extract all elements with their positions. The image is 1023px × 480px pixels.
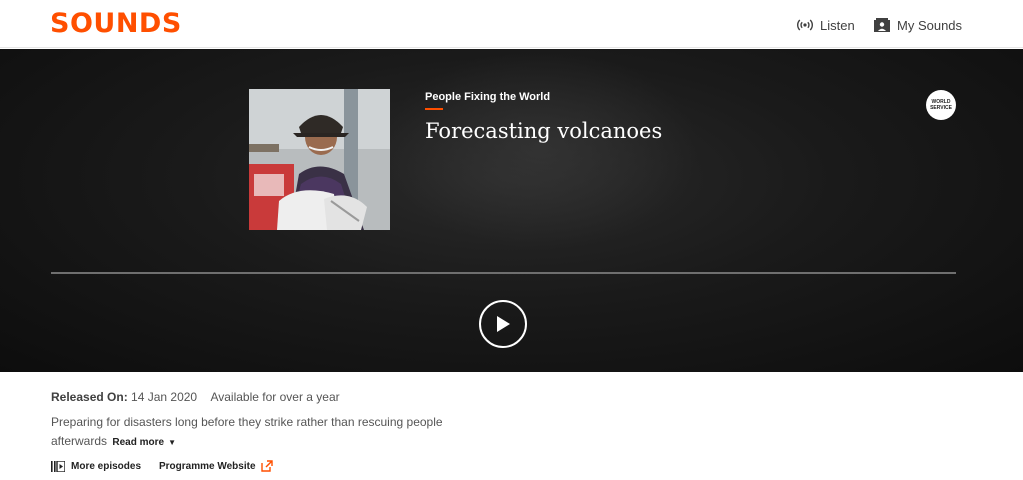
nav-my-sounds-label: My Sounds [897,17,963,33]
external-link-icon [260,460,273,472]
nav-listen[interactable]: Listen [797,16,855,34]
description-text: Preparing for disasters long before they… [51,415,443,448]
programme-website-link[interactable]: Programme Website [159,459,273,473]
episodes-list-icon [51,460,65,472]
episode-hero: People Fixing the World Forecasting volc… [0,49,1023,372]
broadcast-icon [797,19,813,31]
read-more-label: Read more [112,437,165,448]
world-service-badge[interactable]: WORLD SERVICE [926,90,956,120]
released-date: 14 Jan 2020 [131,390,198,404]
my-sounds-icon [874,18,890,32]
playback-progress-bar[interactable] [51,272,956,274]
caret-down-icon: ▼ [168,438,176,447]
released-label: Released On: [51,390,128,404]
series-title-underline [425,108,443,110]
play-icon [497,316,510,332]
availability-text: Available for over a year [210,390,340,404]
more-episodes-link[interactable]: More episodes [51,459,141,473]
episode-title: Forecasting volcanoes [425,119,663,143]
play-button[interactable] [479,300,527,348]
read-more-button[interactable]: Read more ▼ [112,437,176,448]
episode-description: Preparing for disasters long before they… [51,413,471,452]
top-header: SOUNDS Listen My Sounds [0,0,1023,48]
release-info: Released On: 14 Jan 2020 Available for o… [51,390,340,404]
series-title-link[interactable]: People Fixing the World [425,91,550,103]
nav-listen-label: Listen [820,17,855,33]
more-episodes-label: More episodes [71,460,142,472]
sounds-logo[interactable]: SOUNDS [50,8,182,39]
episode-artwork [249,89,390,230]
hero-backdrop [380,49,700,249]
nav-my-sounds[interactable]: My Sounds [874,16,962,34]
programme-website-label: Programme Website [159,460,256,472]
badge-line-2: SERVICE [930,105,952,111]
